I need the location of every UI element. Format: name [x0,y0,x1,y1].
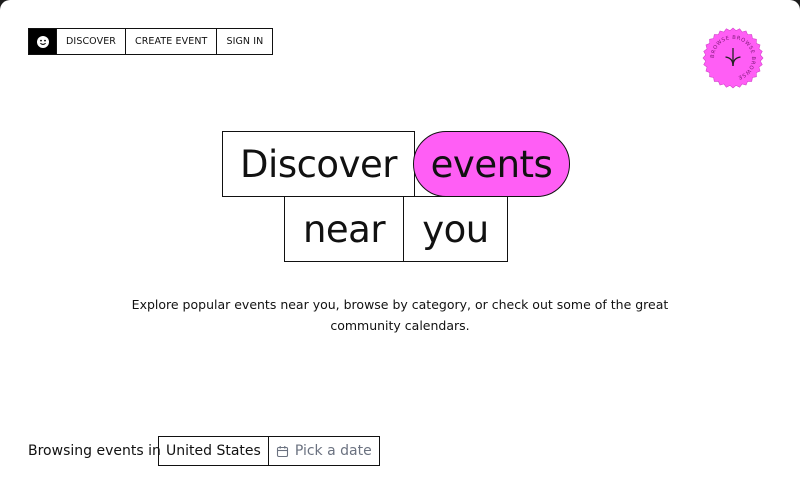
nav-discover[interactable]: DISCOVER [56,29,125,54]
browse-label: Browsing events in [28,443,161,459]
date-picker-placeholder: Pick a date [294,443,372,459]
hero-word-discover: Discover [222,131,415,197]
country-selector[interactable]: United States [159,437,268,465]
browser-page: DISCOVER CREATE EVENT SIGN IN BROWSE BRO… [0,0,800,482]
hero-word-near: near [284,196,404,262]
nav-sign-in[interactable]: SIGN IN [216,29,272,54]
logo-smiley-icon[interactable] [29,29,56,54]
browse-badge[interactable]: BROWSE BROWSE BROWSE [702,27,764,89]
subtitle-line-2: community calendars. [330,318,470,333]
hero-word-events: events [413,131,570,197]
browse-controls: United States Pick a date [158,436,380,466]
top-nav: DISCOVER CREATE EVENT SIGN IN [28,28,274,55]
browse-badge-graphic: BROWSE BROWSE BROWSE [702,27,764,89]
calendar-icon [276,445,288,457]
nav-create-event[interactable]: CREATE EVENT [125,29,216,54]
subtitle-line-1: Explore popular events near you, browse … [131,297,669,312]
date-picker-button[interactable]: Pick a date [267,437,379,465]
hero-word-you: you [403,196,508,262]
hero-subtitle: Explore popular events near you, browse … [120,294,680,336]
